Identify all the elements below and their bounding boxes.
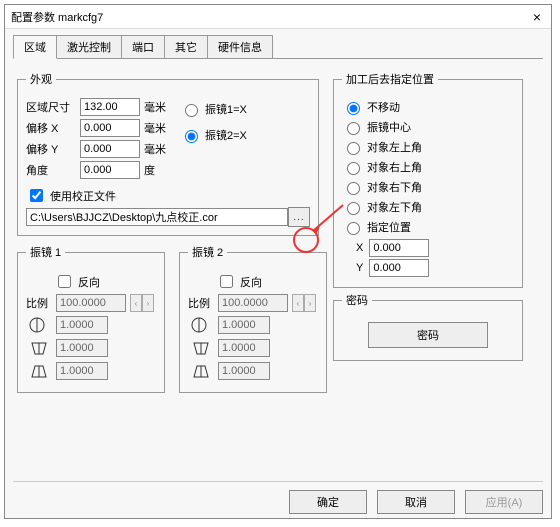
group-galvo2: 振镜 2 反向 比例 ‹› (179, 244, 327, 393)
unit-deg: 度 (144, 162, 170, 178)
radio-pos-topleft[interactable]: 对象左上角 (342, 139, 514, 155)
input-offset-x[interactable] (80, 119, 140, 137)
close-icon[interactable]: × (529, 9, 545, 25)
shape-circle-icon (26, 315, 52, 335)
input-correction-file-path[interactable] (26, 208, 288, 226)
group-galvo1-legend: 振镜 1 (26, 244, 65, 260)
check-use-correction-file-input[interactable] (30, 189, 43, 202)
browse-button[interactable]: ... (288, 207, 310, 227)
input-galvo2-coef1 (218, 316, 270, 334)
radio-mirror1-label: 振镜1=X (205, 101, 247, 117)
apply-button[interactable]: 应用(A) (465, 490, 543, 514)
step-inc-icon[interactable]: › (142, 294, 154, 312)
tab-area[interactable]: 区域 (13, 35, 57, 59)
shape-trap-up-icon (188, 338, 214, 358)
input-galvo1-coef3 (56, 362, 108, 380)
input-galvo2-coef3 (218, 362, 270, 380)
step-dec-icon[interactable]: ‹ (292, 294, 304, 312)
shape-circle-icon (188, 315, 214, 335)
input-galvo1-coef1 (56, 316, 108, 334)
tab-port[interactable]: 端口 (121, 35, 165, 58)
tab-other[interactable]: 其它 (164, 35, 208, 58)
input-galvo1-coef2 (56, 339, 108, 357)
input-area-size[interactable] (80, 98, 140, 116)
shape-trap-down-icon (188, 361, 214, 381)
tab-content: 外观 区域尺寸 毫米 偏移 X 毫米 (5, 59, 551, 479)
dialog-window: 配置参数 markcfg7 × 区域 激光控制 端口 其它 硬件信息 外观 区域… (4, 4, 552, 519)
group-galvo2-legend: 振镜 2 (188, 244, 227, 260)
window-title: 配置参数 markcfg7 (11, 9, 103, 25)
ellipsis-icon: ... (293, 212, 304, 223)
radio-pos-specified[interactable]: 指定位置 (342, 219, 514, 235)
label-pos-x: X (356, 242, 363, 254)
check-galvo1-reverse-input[interactable] (58, 275, 71, 288)
check-galvo2-reverse-input[interactable] (220, 275, 233, 288)
input-galvo2-ratio (218, 294, 288, 312)
label-galvo1-ratio: 比例 (26, 295, 52, 311)
radio-mirror2-label: 振镜2=X (205, 127, 247, 143)
group-password-legend: 密码 (342, 292, 372, 308)
input-galvo2-coef2 (218, 339, 270, 357)
ok-button[interactable]: 确定 (289, 490, 367, 514)
input-pos-y[interactable] (369, 259, 429, 277)
radio-mirror1-input[interactable] (185, 104, 198, 117)
cancel-button[interactable]: 取消 (377, 490, 455, 514)
label-offset-x: 偏移 X (26, 120, 76, 136)
radio-pos-topright[interactable]: 对象右上角 (342, 159, 514, 175)
input-galvo1-ratio (56, 294, 126, 312)
radio-mirror2[interactable]: 振镜2=X (180, 127, 247, 143)
label-galvo2-ratio: 比例 (188, 295, 214, 311)
step-dec-icon[interactable]: ‹ (130, 294, 142, 312)
check-galvo2-reverse-label: 反向 (240, 274, 262, 290)
check-use-correction-file-label: 使用校正文件 (50, 188, 116, 204)
radio-mirror1[interactable]: 振镜1=X (180, 101, 247, 117)
shape-trap-up-icon (26, 338, 52, 358)
group-appearance-legend: 外观 (26, 71, 56, 87)
label-angle: 角度 (26, 162, 76, 178)
step-inc-icon[interactable]: › (304, 294, 316, 312)
dialog-button-bar: 确定 取消 应用(A) (13, 481, 543, 514)
check-galvo2-reverse[interactable]: 反向 (216, 272, 318, 291)
unit-mm-1: 毫米 (144, 99, 170, 115)
check-galvo1-reverse[interactable]: 反向 (54, 272, 156, 291)
group-post-position-legend: 加工后去指定位置 (342, 71, 438, 87)
password-button[interactable]: 密码 (368, 322, 488, 348)
label-pos-y: Y (356, 262, 363, 274)
radio-mirror2-input[interactable] (185, 130, 198, 143)
label-offset-y: 偏移 Y (26, 141, 76, 157)
group-post-position: 加工后去指定位置 不移动 振镜中心 对象左上角 对象右上角 对象右下角 对象左下… (333, 71, 523, 288)
group-galvo1: 振镜 1 反向 比例 ‹› (17, 244, 165, 393)
check-galvo1-reverse-label: 反向 (78, 274, 100, 290)
titlebar: 配置参数 markcfg7 × (5, 5, 551, 29)
label-area-size: 区域尺寸 (26, 99, 76, 115)
group-appearance: 外观 区域尺寸 毫米 偏移 X 毫米 (17, 71, 319, 236)
input-pos-x[interactable] (369, 239, 429, 257)
unit-mm-3: 毫米 (144, 141, 170, 157)
radio-pos-bottomright[interactable]: 对象右下角 (342, 179, 514, 195)
input-angle[interactable] (80, 161, 140, 179)
unit-mm-2: 毫米 (144, 120, 170, 136)
tab-laser-control[interactable]: 激光控制 (56, 35, 122, 58)
radio-pos-nomove[interactable]: 不移动 (342, 99, 514, 115)
input-offset-y[interactable] (80, 140, 140, 158)
radio-pos-center[interactable]: 振镜中心 (342, 119, 514, 135)
group-password: 密码 密码 (333, 292, 523, 361)
check-use-correction-file[interactable]: 使用校正文件 (26, 186, 310, 205)
radio-pos-bottomleft[interactable]: 对象左下角 (342, 199, 514, 215)
tab-strip: 区域 激光控制 端口 其它 硬件信息 (5, 29, 551, 58)
shape-trap-down-icon (26, 361, 52, 381)
tab-hardware-info[interactable]: 硬件信息 (207, 35, 273, 58)
